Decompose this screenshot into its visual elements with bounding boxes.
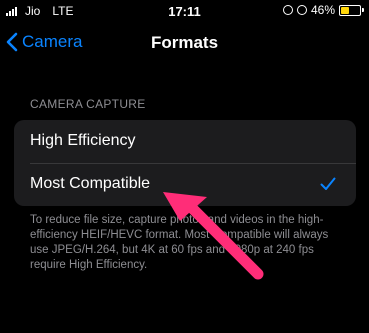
battery-icon [339, 4, 364, 16]
navigation-bar: Camera Formats [0, 28, 369, 60]
checkmark-icon [320, 177, 336, 190]
alarm-icon [296, 5, 307, 15]
battery-level [341, 6, 349, 14]
status-right: 46% [282, 3, 364, 17]
battery-percent: 46% [310, 3, 335, 17]
section-header: CAMERA CAPTURE [30, 97, 146, 111]
option-high-efficiency[interactable]: High Efficiency [14, 120, 356, 163]
option-most-compatible[interactable]: Most Compatible [14, 163, 356, 206]
bottom-bar [0, 322, 369, 333]
option-label: High Efficiency [30, 132, 136, 149]
options-group: High Efficiency Most Compatible [14, 120, 356, 206]
option-label: Most Compatible [30, 175, 151, 192]
orientation-lock-icon [282, 5, 293, 15]
status-bar: Jio LTE 17:11 46% [0, 0, 369, 26]
page-title: Formats [150, 33, 219, 52]
section-footer: To reduce file size, capture photos and … [30, 214, 329, 271]
